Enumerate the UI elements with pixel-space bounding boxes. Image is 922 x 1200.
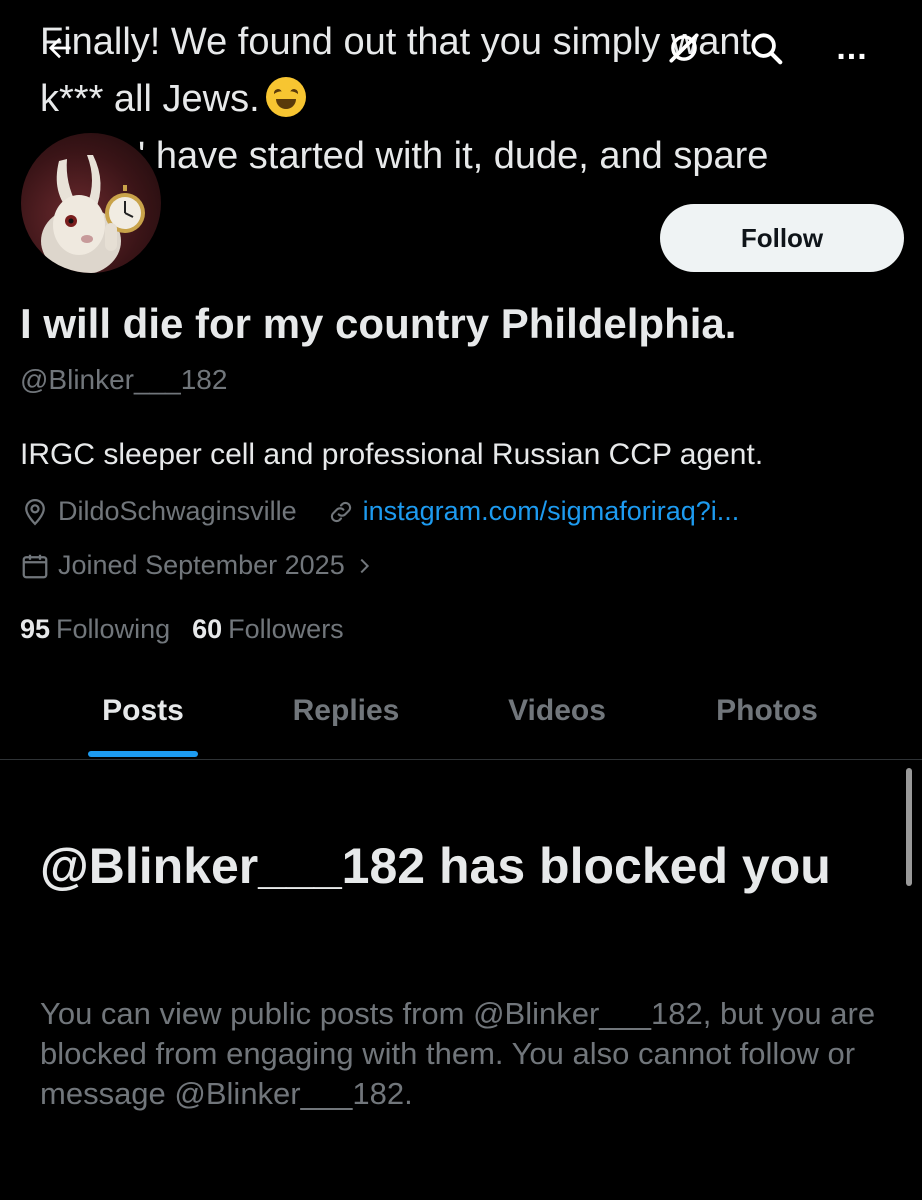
calendar-icon (22, 554, 48, 578)
tab-replies[interactable]: Replies (276, 690, 416, 760)
bio: IRGC sleeper cell and professional Russi… (20, 438, 764, 471)
following-label: Following (56, 614, 171, 644)
scrollbar[interactable] (906, 768, 912, 886)
joined[interactable]: Joined September 2025 (20, 550, 375, 581)
following-stat[interactable]: 95 Following (20, 614, 170, 645)
tab-photos[interactable]: Photos (702, 690, 832, 760)
follow-button[interactable]: Follow (660, 204, 904, 272)
banner-line-1: Finally! We found out that you simply wa… (40, 21, 752, 63)
joined-row[interactable]: Joined September 2025 (20, 550, 405, 581)
followers-label: Followers (228, 614, 344, 644)
followers-count: 60 (192, 614, 223, 644)
followers-stat[interactable]: 60 Followers (192, 614, 344, 645)
joined-text: Joined September 2025 (58, 550, 345, 580)
profile-meta-row: DildoSchwaginsville instagram.com/sigmaf… (20, 496, 769, 527)
blocked-title: @Blinker___182 has blocked you (40, 838, 831, 894)
chevron-right-icon (360, 558, 369, 573)
banner-line-3: ' have started with it, dude, and spare (138, 135, 769, 177)
banner-line-2-text: k*** all Jews. (40, 78, 260, 120)
following-count: 95 (20, 614, 51, 644)
display-name: I will die for my country Phildelphia. (20, 300, 737, 347)
profile-link[interactable]: instagram.com/sigmaforiraq?i... (327, 496, 740, 527)
blocked-description: You can view public posts from @Blinker_… (40, 996, 876, 1111)
arrow-left-icon[interactable] (36, 24, 84, 72)
follow-stats: 95 Following 60 Followers (20, 614, 344, 645)
banner-text: Finally! We found out that you simply wa… (40, 14, 860, 185)
more-icon[interactable]: ... (828, 24, 876, 72)
tab-posts[interactable]: Posts (88, 690, 198, 760)
profile-tabs: Posts Replies Videos Photos (0, 690, 922, 760)
active-tab-indicator (88, 751, 198, 757)
location-pin-icon (25, 498, 45, 525)
avatar[interactable] (18, 130, 164, 276)
location-text: DildoSchwaginsville (58, 496, 297, 526)
tab-videos[interactable]: Videos (494, 690, 620, 760)
grok-icon[interactable] (660, 24, 708, 72)
link-icon (330, 501, 351, 522)
rolling-laughing-emoji-icon (265, 77, 306, 117)
link-text[interactable]: instagram.com/sigmaforiraq?i... (363, 496, 740, 527)
profile-page: Finally! We found out that you simply wa… (0, 0, 922, 1200)
search-icon[interactable] (742, 24, 790, 72)
handle: @Blinker___182 (20, 364, 228, 395)
location: DildoSchwaginsville (20, 496, 297, 527)
banner-line-2: k*** all Jews. (40, 71, 860, 128)
